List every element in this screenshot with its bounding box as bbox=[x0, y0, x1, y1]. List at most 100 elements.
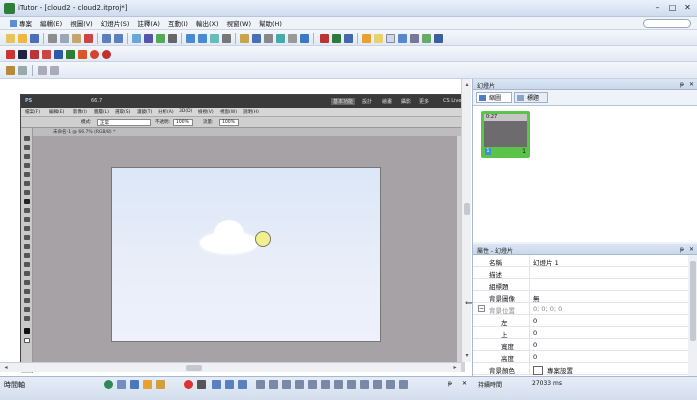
note-icon[interactable] bbox=[374, 34, 383, 43]
timeline-record-icon[interactable] bbox=[184, 380, 193, 389]
align-center-icon[interactable] bbox=[18, 66, 27, 75]
timeline-play-icon[interactable] bbox=[104, 380, 113, 389]
properties-scroll-thumb[interactable] bbox=[690, 261, 696, 341]
ppt-icon[interactable] bbox=[78, 50, 87, 59]
record-screen-icon[interactable] bbox=[186, 34, 195, 43]
timeline-same-duration-icon[interactable] bbox=[308, 380, 317, 389]
timeline-more-icon[interactable] bbox=[399, 380, 408, 389]
open-icon[interactable] bbox=[18, 34, 27, 43]
scroll-up-icon[interactable]: ▴ bbox=[462, 81, 472, 89]
record-window-icon[interactable] bbox=[198, 34, 207, 43]
prop-value[interactable]: 0; 0; 0; 0 bbox=[533, 305, 562, 313]
menu-interaction[interactable]: 互動(I) bbox=[164, 18, 192, 28]
timeline-lock-icon[interactable] bbox=[360, 380, 369, 389]
callout-icon[interactable] bbox=[276, 34, 285, 43]
pin-icon[interactable]: ᵽ bbox=[680, 81, 684, 88]
timeline-expand-icon[interactable] bbox=[373, 380, 382, 389]
find-icon[interactable] bbox=[156, 34, 165, 43]
prop-row-description[interactable]: 描述 bbox=[473, 267, 688, 279]
timeline-same-end-icon[interactable] bbox=[295, 380, 304, 389]
timeline-collapse-icon[interactable] bbox=[386, 380, 395, 389]
flash-icon[interactable] bbox=[90, 50, 99, 59]
timeline-dropdown-icon[interactable] bbox=[197, 380, 206, 389]
cursor-icon[interactable] bbox=[240, 34, 249, 43]
vertical-scroll-thumb[interactable] bbox=[464, 203, 470, 215]
minimize-button[interactable]: – bbox=[653, 3, 662, 12]
bring-front-icon[interactable] bbox=[50, 66, 59, 75]
prop-value[interactable]: 幻燈片 1 bbox=[533, 257, 559, 267]
timeline-merge-icon[interactable] bbox=[334, 380, 343, 389]
timeline-note-icon[interactable] bbox=[143, 380, 152, 389]
slide-thumbnail[interactable]: 0:27 1 1 bbox=[481, 111, 530, 158]
timeline-audio-icon[interactable] bbox=[130, 380, 139, 389]
timeline-pin-icon[interactable]: ᵽ bbox=[448, 380, 452, 387]
timeline-distribute-icon[interactable] bbox=[269, 380, 278, 389]
help-icon[interactable] bbox=[300, 34, 309, 43]
image-icon[interactable] bbox=[252, 34, 261, 43]
horizontal-scroll-thumb[interactable] bbox=[186, 365, 202, 371]
timeline-close-icon[interactable]: ✕ bbox=[462, 380, 467, 387]
prop-value[interactable]: 0 bbox=[533, 317, 537, 325]
scroll-left-icon[interactable]: ◂ bbox=[2, 364, 10, 372]
cursor-record-icon[interactable] bbox=[6, 50, 15, 59]
shape-icon[interactable] bbox=[288, 34, 297, 43]
layout-icon[interactable] bbox=[410, 34, 419, 43]
prop-value[interactable]: 0 bbox=[533, 329, 537, 337]
slide-icon[interactable] bbox=[210, 34, 219, 43]
timeline-zoom-fit-icon[interactable] bbox=[238, 380, 247, 389]
highlight-icon[interactable] bbox=[398, 34, 407, 43]
menu-output[interactable]: 輸出(X) bbox=[192, 18, 223, 28]
prop-row-top[interactable]: 上0 bbox=[473, 327, 688, 339]
prop-row-width[interactable]: 寬度 0 bbox=[473, 339, 688, 351]
close-panel-icon[interactable]: ✕ bbox=[689, 81, 694, 88]
timeline-split-icon[interactable] bbox=[347, 380, 356, 389]
preview-icon[interactable] bbox=[320, 34, 329, 43]
grid-icon[interactable] bbox=[422, 34, 431, 43]
undo-icon[interactable] bbox=[102, 34, 111, 43]
copy-icon[interactable] bbox=[60, 34, 69, 43]
prop-row-group-title[interactable]: 組標題 bbox=[473, 279, 688, 291]
dropdown-icon[interactable] bbox=[168, 34, 177, 43]
timeline-mark-icon[interactable] bbox=[156, 380, 165, 389]
color-swatch[interactable] bbox=[533, 366, 543, 375]
menu-edit[interactable]: 編輯(E) bbox=[36, 18, 66, 28]
close-button[interactable]: ✕ bbox=[683, 3, 692, 12]
prop-value[interactable]: 無 bbox=[533, 293, 540, 303]
align-left-icon[interactable] bbox=[6, 66, 15, 75]
tab-titles[interactable]: 標題 bbox=[514, 92, 548, 103]
collapse-icon[interactable]: − bbox=[478, 305, 485, 312]
editor-horizontal-scrollbar[interactable]: ◂ ▸ bbox=[0, 362, 461, 372]
new-icon[interactable] bbox=[6, 34, 15, 43]
prop-value[interactable]: 0 bbox=[533, 341, 537, 349]
timeline-align-icon[interactable] bbox=[256, 380, 265, 389]
fit-icon[interactable] bbox=[144, 34, 153, 43]
timeline-zoom-out-icon[interactable] bbox=[225, 380, 234, 389]
search-box[interactable] bbox=[643, 19, 691, 28]
menu-project[interactable]: 專案 bbox=[6, 18, 36, 28]
scroll-down-icon[interactable]: ▾ bbox=[462, 352, 472, 360]
prop-row-background-color[interactable]: 背景顏色 專案設置 bbox=[473, 363, 688, 375]
cut-icon[interactable] bbox=[48, 34, 57, 43]
tab-thumbnails[interactable]: 縮圖 bbox=[476, 92, 512, 103]
prop-value-duration[interactable]: 27033 ms bbox=[532, 380, 562, 387]
properties-scrollbar[interactable] bbox=[688, 255, 697, 376]
maximize-button[interactable]: □ bbox=[668, 3, 677, 12]
audio-icon[interactable] bbox=[362, 34, 371, 43]
text-icon[interactable] bbox=[264, 34, 273, 43]
menu-view[interactable]: 視圖(V) bbox=[66, 18, 97, 28]
timeline-slide-icon[interactable] bbox=[117, 380, 126, 389]
publish-icon[interactable] bbox=[332, 34, 341, 43]
frame-icon[interactable] bbox=[386, 34, 395, 43]
menu-slides[interactable]: 幻燈片(S) bbox=[97, 18, 134, 28]
menu-window[interactable]: 視窗(W) bbox=[222, 18, 255, 28]
prop-row-left[interactable]: 左0 bbox=[473, 315, 688, 327]
prop-value[interactable]: 0 bbox=[533, 353, 537, 361]
delete-icon[interactable] bbox=[84, 34, 93, 43]
prop-value[interactable]: 專案設置 bbox=[533, 365, 573, 375]
prop-row-name[interactable]: 名稱 幻燈片 1 bbox=[473, 255, 688, 267]
prop-row-background-image[interactable]: 背景圖像 無 bbox=[473, 291, 688, 303]
menu-annotation[interactable]: 註釋(A) bbox=[133, 18, 164, 28]
export-icon[interactable] bbox=[344, 34, 353, 43]
prop-row-background-position[interactable]: − 背景位置 0; 0; 0; 0 bbox=[473, 303, 688, 315]
word-icon[interactable] bbox=[54, 50, 63, 59]
